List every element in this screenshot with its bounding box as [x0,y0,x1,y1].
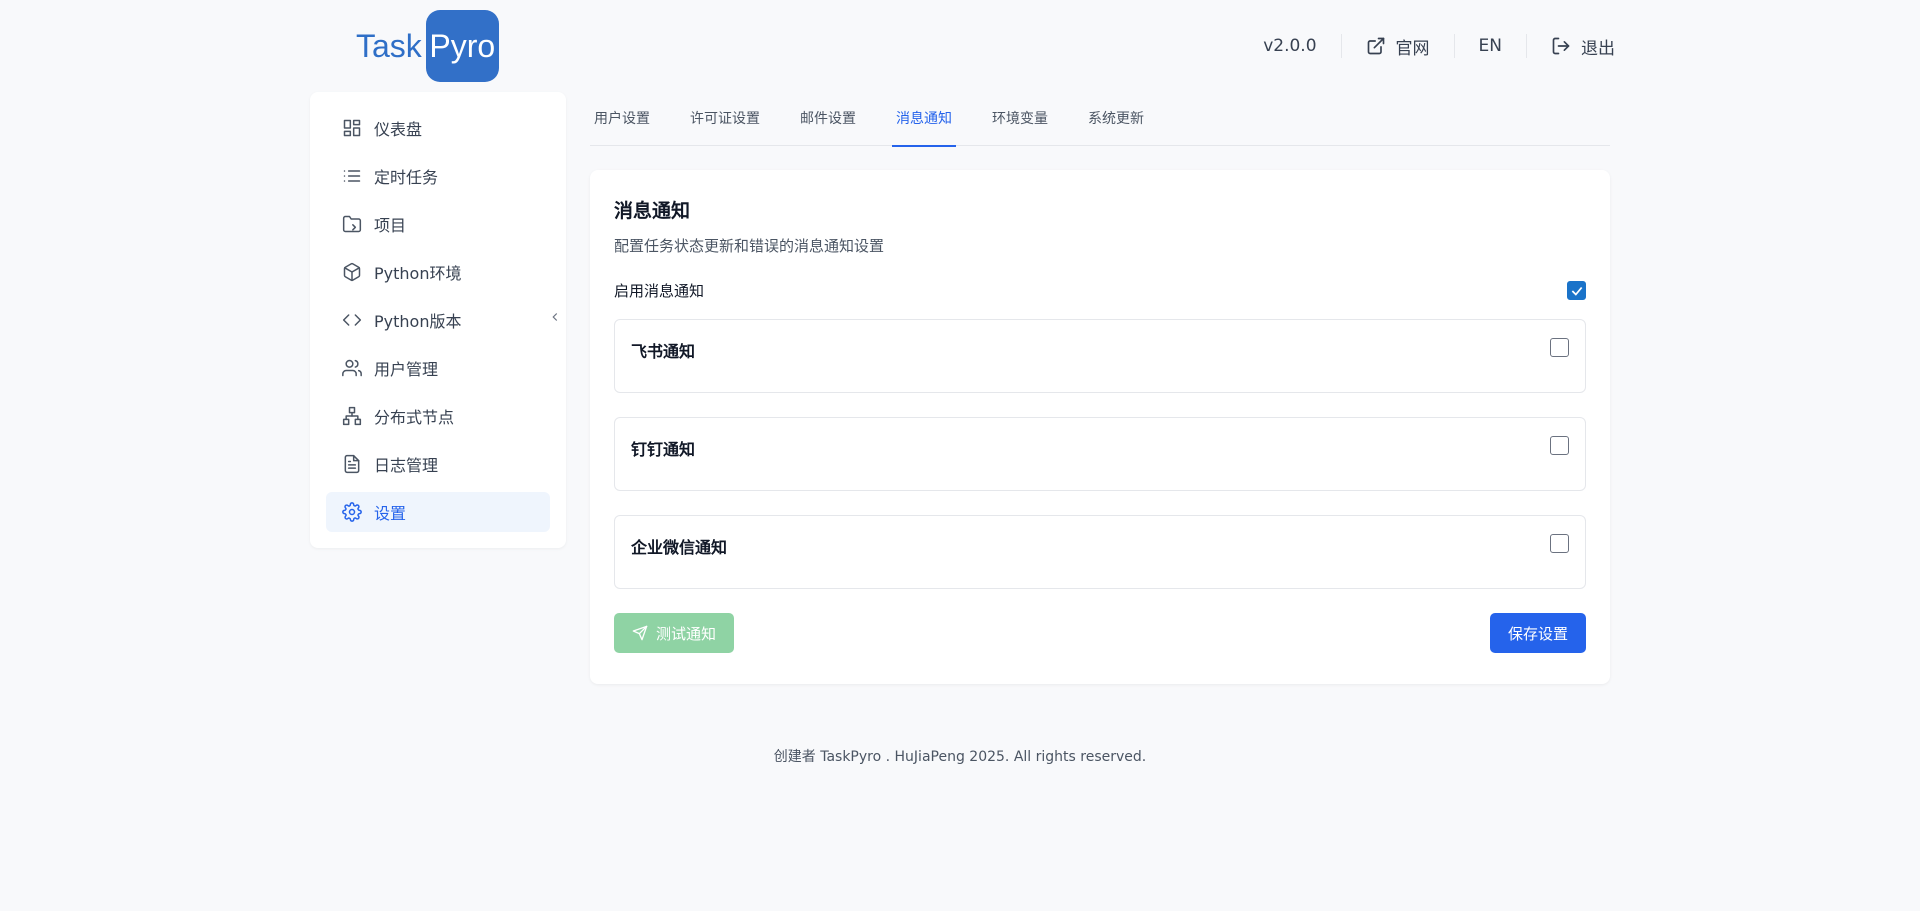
sidebar-item-scheduled-tasks[interactable]: 定时任务 [326,156,550,196]
website-label: 官网 [1395,38,1430,59]
list-icon [343,170,361,182]
sidebar-item-label: 用户管理 [374,360,439,379]
network-icon [342,406,362,426]
logo[interactable]: Task Pyro [356,10,499,82]
sidebar-item-user-management[interactable]: 用户管理 [326,348,550,388]
version-label: v2.0.0 [1239,36,1340,56]
tab-mail-settings[interactable]: 邮件设置 [796,100,860,146]
card-actions: 测试通知 保存设置 [614,613,1586,653]
sidebar-item-label: 分布式节点 [374,408,455,427]
external-link-icon [1367,37,1384,55]
sidebar-item-label: 定时任务 [374,168,439,187]
footer-text: 创建者 TaskPyro . HuJiaPeng 2025. All right… [773,749,1147,765]
sidebar-item-distributed-nodes[interactable]: 分布式节点 [326,396,550,436]
sidebar-item-label: Python环境 [374,264,462,283]
tab-environment-variables[interactable]: 环境变量 [988,100,1052,146]
chevron-left-icon [552,313,558,321]
save-settings-button[interactable]: 保存设置 [1490,613,1586,653]
logo-pyro-text: Pyro [425,10,499,82]
channel-name: 钉钉通知 [631,440,696,459]
version-text: v2.0.0 [1263,36,1317,56]
sidebar-item-log-management[interactable]: 日志管理 [326,444,550,484]
sidebar-item-python-version[interactable]: Python版本 [326,300,550,340]
wecom-channel-panel: 企业微信通知 [614,515,1586,589]
language-label: EN [1478,36,1502,56]
sidebar-item-label: 日志管理 [374,456,439,475]
sidebar-item-dashboard[interactable]: 仪表盘 [326,108,550,148]
wecom-checkbox[interactable] [1550,534,1569,553]
users-icon [342,359,362,377]
tab-user-settings[interactable]: 用户设置 [590,100,654,146]
sidebar: 仪表盘 定时任务 项目 Python环境 Python版本 用户管理 分布式节点… [310,92,566,548]
website-link[interactable]: 官网 [1342,34,1454,59]
feishu-checkbox[interactable] [1550,338,1569,357]
sidebar-item-projects[interactable]: 项目 [326,204,550,244]
tab-system-update[interactable]: 系统更新 [1084,100,1148,146]
language-switch[interactable]: EN [1455,36,1526,56]
sidebar-item-label: 项目 [374,216,407,235]
sidebar-item-python-env[interactable]: Python环境 [326,252,550,292]
dingtalk-checkbox[interactable] [1550,436,1569,455]
tab-notifications[interactable]: 消息通知 [892,100,956,147]
channel-name: 企业微信通知 [631,538,728,557]
send-icon [632,625,648,641]
sidebar-item-label: 设置 [374,504,407,523]
test-notification-label: 测试通知 [655,624,716,643]
test-notification-button[interactable]: 测试通知 [614,613,734,653]
tab-license-settings[interactable]: 许可证设置 [686,100,764,146]
check-icon [1571,286,1582,296]
card-description: 配置任务状态更新和错误的消息通知设置 [614,237,885,255]
header-actions: v2.0.0 官网 EN 退出 [1239,28,1615,64]
file-text-icon [344,454,360,474]
enable-notifications-row: 启用消息通知 [614,280,1586,301]
enable-notifications-label: 启用消息通知 [614,282,705,300]
sidebar-collapse-button[interactable] [544,306,566,328]
sidebar-item-settings[interactable]: 设置 [326,492,550,532]
code-icon [342,314,362,326]
card-title: 消息通知 [614,200,691,222]
logout-button[interactable]: 退出 [1527,34,1615,59]
dashboard-icon [343,119,361,137]
logo-task-text: Task [356,27,422,64]
channel-name: 飞书通知 [631,342,696,361]
feishu-channel-panel: 飞书通知 [614,319,1586,393]
folder-icon [342,215,362,233]
enable-notifications-checkbox[interactable] [1567,281,1586,300]
package-icon [343,262,361,282]
logout-label: 退出 [1581,38,1615,59]
sidebar-item-label: 仪表盘 [374,120,423,139]
gear-icon [342,502,362,522]
logout-icon [1552,37,1570,55]
notification-settings-card: 消息通知 配置任务状态更新和错误的消息通知设置 启用消息通知 飞书通知 钉钉通知… [590,170,1610,684]
sidebar-item-label: Python版本 [374,312,462,331]
dingtalk-channel-panel: 钉钉通知 [614,417,1586,491]
settings-tabs: 用户设置 许可证设置 邮件设置 消息通知 环境变量 系统更新 [590,100,1610,147]
